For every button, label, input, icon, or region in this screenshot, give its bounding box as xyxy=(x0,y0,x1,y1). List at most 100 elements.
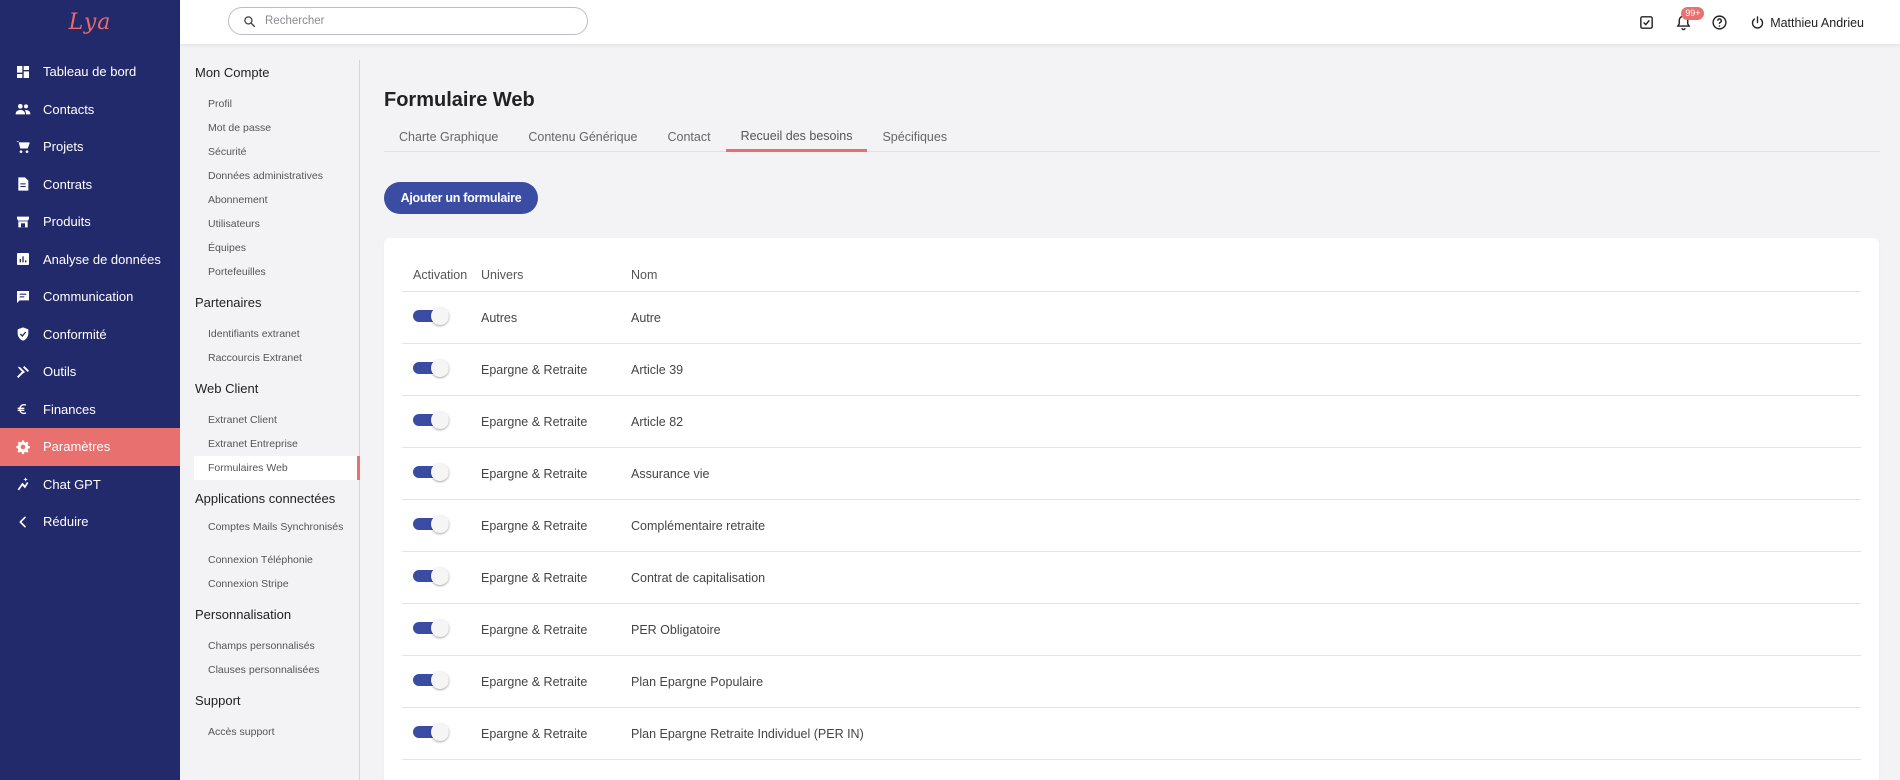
table-row[interactable]: Epargne & Retraite PER Obligatoire xyxy=(402,604,1861,656)
nav-item-projets[interactable]: Projets xyxy=(0,128,180,166)
nav-item-parametres[interactable]: Paramètres xyxy=(0,428,180,466)
chat-icon xyxy=(14,288,32,306)
nav-item-tableau-de-bord[interactable]: Tableau de bord xyxy=(0,53,180,91)
activation-cell xyxy=(402,619,481,638)
submenu-item-formulaires-web[interactable]: Formulaires Web xyxy=(194,456,360,480)
nav-item-chat-gpt[interactable]: Chat GPT xyxy=(0,466,180,504)
nav-item-contrats[interactable]: Contrats xyxy=(0,166,180,204)
activation-toggle[interactable] xyxy=(413,567,449,585)
toggle-knob xyxy=(431,359,449,377)
activation-toggle[interactable] xyxy=(413,515,449,533)
table-row[interactable]: Epargne & Retraite Article 82 xyxy=(402,396,1861,448)
submenu-group-partenaires: Partenaires xyxy=(195,295,262,310)
submenu-item-mot-de-passe[interactable]: Mot de passe xyxy=(180,116,359,140)
nav-item-contacts[interactable]: Contacts xyxy=(0,91,180,129)
table-row[interactable]: Epargne & Retraite Article 39 xyxy=(402,344,1861,396)
nav-item-conformite[interactable]: Conformité xyxy=(0,316,180,354)
submenu-item-extranet-entreprise[interactable]: Extranet Entreprise xyxy=(180,432,359,456)
submenu-item-identifiants-extranet[interactable]: Identifiants extranet xyxy=(180,322,359,346)
activation-toggle[interactable] xyxy=(413,359,449,377)
task-check-icon[interactable] xyxy=(1635,12,1657,34)
submenu-group-applications-connectees: Applications connectées xyxy=(195,491,336,506)
user-name: Matthieu Andrieu xyxy=(1770,15,1864,30)
tools-icon xyxy=(14,363,32,381)
activation-toggle[interactable] xyxy=(413,411,449,429)
submenu-item-comptes-mails-synchronises[interactable]: Comptes Mails Synchronisés xyxy=(180,518,359,548)
app-logo[interactable]: Lya xyxy=(0,0,180,44)
submenu-item-connexion-stripe[interactable]: Connexion Stripe xyxy=(180,572,359,596)
submenu-item-equipes[interactable]: Équipes xyxy=(180,236,359,260)
main-content: Formulaire Web Charte Graphique Contenu G… xyxy=(384,50,1880,780)
submenu-item-utilisateurs[interactable]: Utilisateurs xyxy=(180,212,359,236)
topbar-actions: 99+ Matthieu Andrieu xyxy=(1635,0,1900,45)
chart-icon xyxy=(14,250,32,268)
submenu-item-raccourcis-extranet[interactable]: Raccourcis Extranet xyxy=(180,346,359,370)
search-icon xyxy=(244,15,256,27)
nav-item-label: Tableau de bord xyxy=(43,64,137,80)
tab-recueil-des-besoins[interactable]: Recueil des besoins xyxy=(725,126,868,152)
nav-item-communication[interactable]: Communication xyxy=(0,278,180,316)
submenu-item-donnees-administratives[interactable]: Données administratives xyxy=(180,164,359,188)
add-form-button[interactable]: Ajouter un formulaire xyxy=(384,182,538,214)
header-nom[interactable]: Nom xyxy=(631,268,1861,282)
help-icon[interactable] xyxy=(1708,12,1730,34)
submenu-item-securite[interactable]: Sécurité xyxy=(180,140,359,164)
nav-item-produits[interactable]: Produits xyxy=(0,203,180,241)
activation-cell xyxy=(402,463,481,482)
activation-cell xyxy=(402,307,481,326)
univers-cell: Epargne & Retraite xyxy=(481,466,588,481)
table-row[interactable]: Epargne & Retraite Plan Epargne Populaire xyxy=(402,656,1861,708)
submenu-item-champs-personnalises[interactable]: Champs personnalisés xyxy=(180,634,359,658)
tab-charte-graphique[interactable]: Charte Graphique xyxy=(384,126,513,152)
submenu-item-profil[interactable]: Profil xyxy=(180,92,359,116)
nav-list: Tableau de bord Contacts Projets Contrats Pr… xyxy=(0,53,180,541)
toggle-knob xyxy=(431,567,449,585)
nav-item-finances[interactable]: Finances xyxy=(0,391,180,429)
table-row[interactable]: Epargne & Retraite Contrat de capitalisat… xyxy=(402,552,1861,604)
table-header: Activation Univers Nom xyxy=(402,258,1861,292)
search-box[interactable] xyxy=(228,7,588,35)
submenu-item-connexion-telephonie[interactable]: Connexion Téléphonie xyxy=(180,548,359,572)
nom-cell: Complémentaire retraite xyxy=(631,518,766,533)
activation-cell xyxy=(402,359,481,378)
table-row[interactable]: Epargne & Retraite Assurance vie xyxy=(402,448,1861,500)
header-univers[interactable]: Univers xyxy=(481,268,631,282)
tab-specifiques[interactable]: Spécifiques xyxy=(867,126,962,152)
table-row[interactable]: Autres Autre xyxy=(402,292,1861,344)
submenu-item-extranet-client[interactable]: Extranet Client xyxy=(180,408,359,432)
univers-cell: Epargne & Retraite xyxy=(481,674,588,689)
nav-item-label: Finances xyxy=(43,401,96,417)
table-row[interactable]: Epargne & Retraite Complémentaire retrait… xyxy=(402,500,1861,552)
toggle-knob xyxy=(431,619,449,637)
tab-contact[interactable]: Contact xyxy=(652,126,725,152)
nav-item-analyse-de-donnees[interactable]: Analyse de données xyxy=(0,241,180,279)
main-sidebar: Lya Tableau de bord Contacts Projets Contra… xyxy=(0,0,180,780)
activation-toggle[interactable] xyxy=(413,307,449,325)
search-input[interactable] xyxy=(265,15,565,27)
activation-toggle[interactable] xyxy=(413,619,449,637)
table-row[interactable]: Epargne & Retraite Plan Epargne Retraite … xyxy=(402,708,1861,760)
notification-bell-icon[interactable]: 99+ xyxy=(1672,6,1705,34)
submenu-group-web-client: Web Client xyxy=(195,381,259,396)
header-activation[interactable]: Activation xyxy=(402,268,481,282)
shield-icon xyxy=(14,325,32,343)
nom-cell: Article 82 xyxy=(631,414,684,429)
submenu-item-clauses-personnalisees[interactable]: Clauses personnalisées xyxy=(180,658,359,682)
nom-cell: Plan Epargne Retraite Individuel (PER IN… xyxy=(631,726,864,741)
univers-cell: Epargne & Retraite xyxy=(481,518,588,533)
nav-item-label: Chat GPT xyxy=(43,476,101,492)
submenu-item-abonnement[interactable]: Abonnement xyxy=(180,188,359,212)
nav-item-reduire[interactable]: Réduire xyxy=(0,503,180,541)
nom-cell: PER Obligatoire xyxy=(631,622,721,637)
nom-cell: Assurance vie xyxy=(631,466,710,481)
dashboard-icon xyxy=(14,63,32,81)
activation-toggle[interactable] xyxy=(413,463,449,481)
activation-cell xyxy=(402,411,481,430)
submenu-item-portefeuilles[interactable]: Portefeuilles xyxy=(180,260,359,284)
activation-toggle[interactable] xyxy=(413,723,449,741)
activation-toggle[interactable] xyxy=(413,671,449,689)
submenu-item-acces-support[interactable]: Accès support xyxy=(180,720,359,744)
tab-contenu-generique[interactable]: Contenu Générique xyxy=(513,126,652,152)
user-menu[interactable]: Matthieu Andrieu xyxy=(1750,15,1864,30)
nav-item-outils[interactable]: Outils xyxy=(0,353,180,391)
